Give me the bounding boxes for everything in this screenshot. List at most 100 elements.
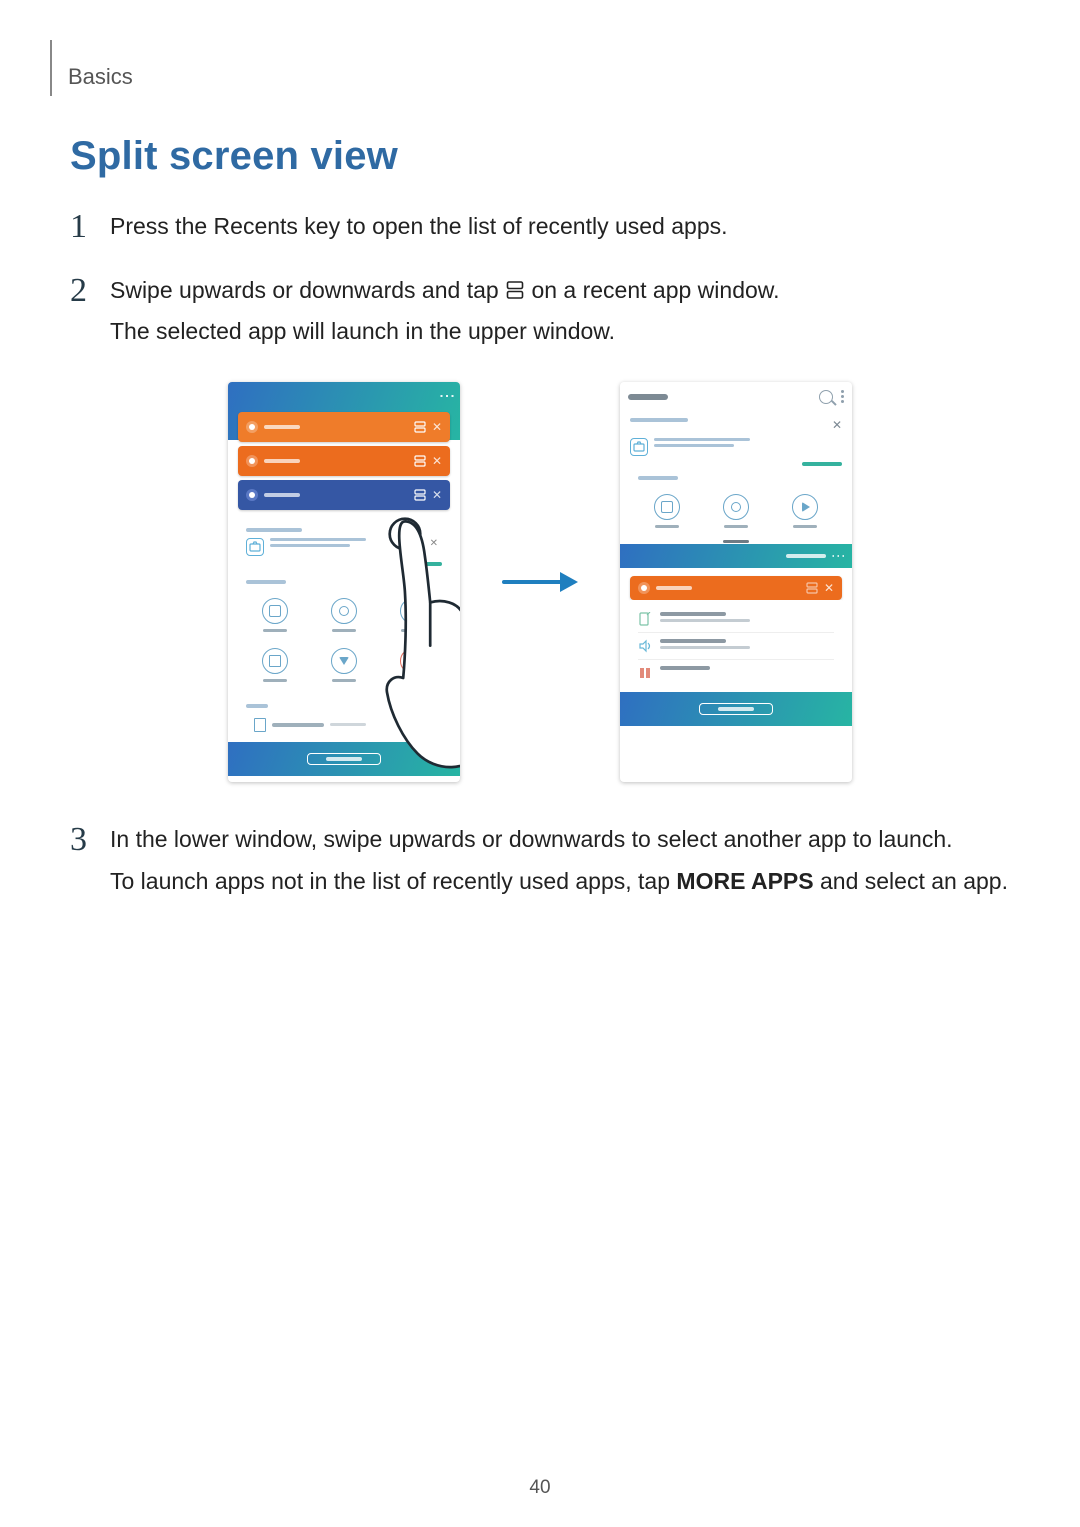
step-number: 2	[70, 273, 110, 308]
step-number: 1	[70, 209, 110, 244]
blurred-text	[272, 723, 324, 727]
close-all-button	[699, 703, 773, 715]
blurred-text	[264, 493, 414, 497]
close-icon: ✕	[432, 489, 442, 501]
header-category: Basics	[68, 64, 133, 90]
close-icon: ✕	[432, 455, 442, 467]
recent-app-card: ✕	[238, 480, 450, 510]
more-options-icon: ⋮	[438, 388, 454, 406]
close-all-button	[307, 753, 381, 765]
step-body: Press the Recents key to open the list o…	[110, 209, 1010, 251]
sound-icon	[638, 639, 652, 653]
split-window-icon	[414, 421, 426, 433]
storage-panel	[238, 698, 450, 736]
settings-list	[630, 600, 842, 692]
recent-app-card: ✕	[238, 446, 450, 476]
step-body: Swipe upwards or downwards and tap on a …	[110, 273, 1010, 356]
recent-apps-stack: ✕ ✕	[238, 412, 450, 510]
split-window-icon	[806, 582, 818, 594]
more-apps-label: MORE APPS	[676, 868, 813, 894]
blurred-text	[660, 666, 710, 673]
close-icon: ✕	[832, 418, 842, 432]
category-videos	[782, 494, 828, 528]
step-2: 2 Swipe upwards or downwards and tap on …	[70, 273, 1010, 356]
blurred-heading	[246, 528, 302, 532]
notifications-icon	[638, 666, 652, 680]
step-text: In the lower window, swipe upwards or do…	[110, 822, 1010, 858]
app-icon	[246, 489, 258, 501]
category-videos	[390, 598, 436, 632]
categories-panel	[630, 470, 842, 536]
category-downloads	[321, 648, 367, 682]
list-item	[638, 606, 834, 633]
step-text: Swipe upwards or downwards and tap on a …	[110, 273, 1010, 309]
more-options-icon	[841, 390, 844, 403]
category-audio	[713, 494, 759, 528]
split-window-icon	[414, 489, 426, 501]
text-fragment: and select an app.	[814, 868, 1008, 894]
text-fragment: To launch apps not in the list of recent…	[110, 868, 676, 894]
split-window-icon	[414, 455, 426, 467]
close-icon: ✕	[432, 421, 442, 433]
category-apk: APK	[390, 648, 436, 682]
folder-lock-icon	[246, 538, 264, 556]
text-fragment: on a recent app window.	[531, 277, 779, 303]
app-icon	[638, 582, 650, 594]
blurred-text	[660, 612, 750, 622]
blurred-title	[628, 394, 668, 400]
split-window-icon	[505, 280, 525, 300]
app-icon	[246, 455, 258, 467]
step-3: 3 In the lower window, swipe upwards or …	[70, 822, 1010, 905]
section-title: Split screen view	[70, 134, 1010, 179]
step-text: The selected app will launch in the uppe…	[110, 314, 1010, 350]
recent-app-card: ✕	[238, 412, 450, 442]
page-number: 40	[0, 1477, 1080, 1499]
folder-lock-icon	[630, 438, 648, 456]
categories-panel: APK	[238, 574, 450, 690]
blurred-text	[654, 438, 750, 450]
step-text: Press the Recents key to open the list o…	[110, 209, 1010, 245]
step-body: In the lower window, swipe upwards or do…	[110, 822, 1010, 905]
secure-files-panel	[238, 522, 450, 566]
blurred-heading	[630, 418, 688, 422]
step-1: 1 Press the Recents key to open the list…	[70, 209, 1010, 251]
bottom-bar	[620, 692, 852, 726]
close-icon: ✕	[430, 538, 438, 549]
recent-app-card: ✕	[630, 576, 842, 600]
phone-screenshot-recents: ⋮ ✕	[228, 382, 460, 782]
blurred-heading	[246, 580, 286, 584]
category-audio	[321, 598, 367, 632]
blurred-link	[402, 562, 442, 566]
category-images	[644, 494, 690, 528]
blurred-label	[786, 554, 826, 558]
list-item	[638, 660, 834, 686]
blurred-text	[264, 459, 414, 463]
blurred-heading	[246, 704, 268, 708]
blurred-heading	[638, 476, 678, 480]
blurred-link	[802, 462, 842, 466]
page-header: Basics	[50, 40, 1010, 96]
close-icon: ✕	[824, 582, 834, 594]
arrow-right-icon	[500, 567, 580, 597]
app-titlebar	[620, 382, 852, 412]
illustration-row: ⋮ ✕	[70, 382, 1010, 782]
app-icon	[246, 421, 258, 433]
more-options-icon: ⋮	[832, 549, 846, 563]
phone-storage-icon	[254, 718, 266, 732]
blurred-text	[660, 639, 750, 649]
text-fragment: Swipe upwards or downwards and tap	[110, 277, 505, 303]
step-text: To launch apps not in the list of recent…	[110, 864, 1010, 900]
category-documents	[252, 648, 298, 682]
category-images	[252, 598, 298, 632]
blurred-text	[270, 538, 366, 550]
apk-label: APK	[407, 655, 419, 667]
connections-icon	[638, 612, 652, 626]
bottom-bar	[228, 742, 460, 776]
list-item	[638, 633, 834, 660]
blurred-text	[330, 723, 366, 726]
phone-screenshot-split: ✕ ⋮	[620, 382, 852, 782]
step-number: 3	[70, 822, 110, 857]
page: Basics Split screen view 1 Press the Rec…	[0, 0, 1080, 1527]
secure-files-panel: ✕	[620, 412, 852, 466]
blurred-text	[264, 425, 414, 429]
